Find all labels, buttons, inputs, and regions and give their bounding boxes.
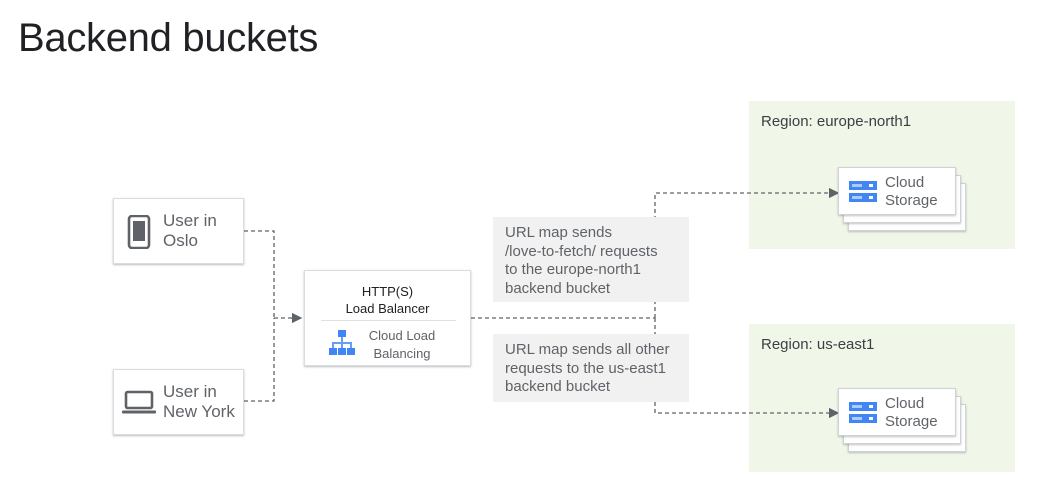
- laptop-icon: [122, 390, 156, 414]
- note-line: to the europe-north1: [505, 261, 641, 278]
- cloud-load-balancing-icon: [329, 330, 355, 355]
- phone-icon: [127, 215, 151, 249]
- user-label-line2: New York: [163, 402, 235, 421]
- lb-title-line2: Load Balancer: [345, 301, 430, 316]
- user-oslo-card: User in Oslo: [113, 198, 244, 264]
- url-map-note-europe: URL map sends /love-to-fetch/ requests t…: [493, 217, 689, 302]
- note-line: backend bucket: [505, 378, 611, 395]
- cloud-storage-icon: [849, 181, 877, 202]
- divider: [321, 320, 456, 321]
- user-label-line2: Oslo: [163, 231, 198, 250]
- storage-label-line2: Storage: [885, 192, 938, 209]
- user-label-line1: User in: [163, 382, 217, 401]
- note-line: /love-to-fetch/ requests: [505, 242, 658, 260]
- lb-title-line1: HTTP(S): [361, 284, 414, 299]
- note-line: backend bucket: [505, 279, 611, 297]
- storage-label-line1: Cloud: [885, 174, 925, 191]
- load-balancer-card: HTTP(S) Load Balancer Cloud Load Balanci…: [304, 270, 471, 366]
- lb-service-line1: Cloud Load: [368, 328, 436, 343]
- cloud-storage-stack-europe: Cloud Storage: [838, 167, 966, 231]
- note-line: URL map sends all other: [505, 341, 670, 358]
- note-line: URL map sends: [505, 224, 612, 241]
- note-line: requests to the us-east1: [505, 359, 666, 377]
- cloud-storage-icon: [849, 402, 877, 423]
- connector-newyork: [244, 318, 275, 402]
- connector-oslo: [244, 230, 275, 318]
- url-map-note-us: URL map sends all other requests to the …: [493, 334, 689, 402]
- storage-label-line2: Storage: [885, 413, 938, 430]
- user-newyork-card: User in New York: [113, 369, 244, 435]
- lb-service-line2: Balancing: [373, 346, 431, 361]
- user-label-line1: User in: [163, 211, 217, 230]
- storage-label-line1: Cloud: [885, 395, 925, 412]
- cloud-storage-stack-us: Cloud Storage: [838, 388, 966, 452]
